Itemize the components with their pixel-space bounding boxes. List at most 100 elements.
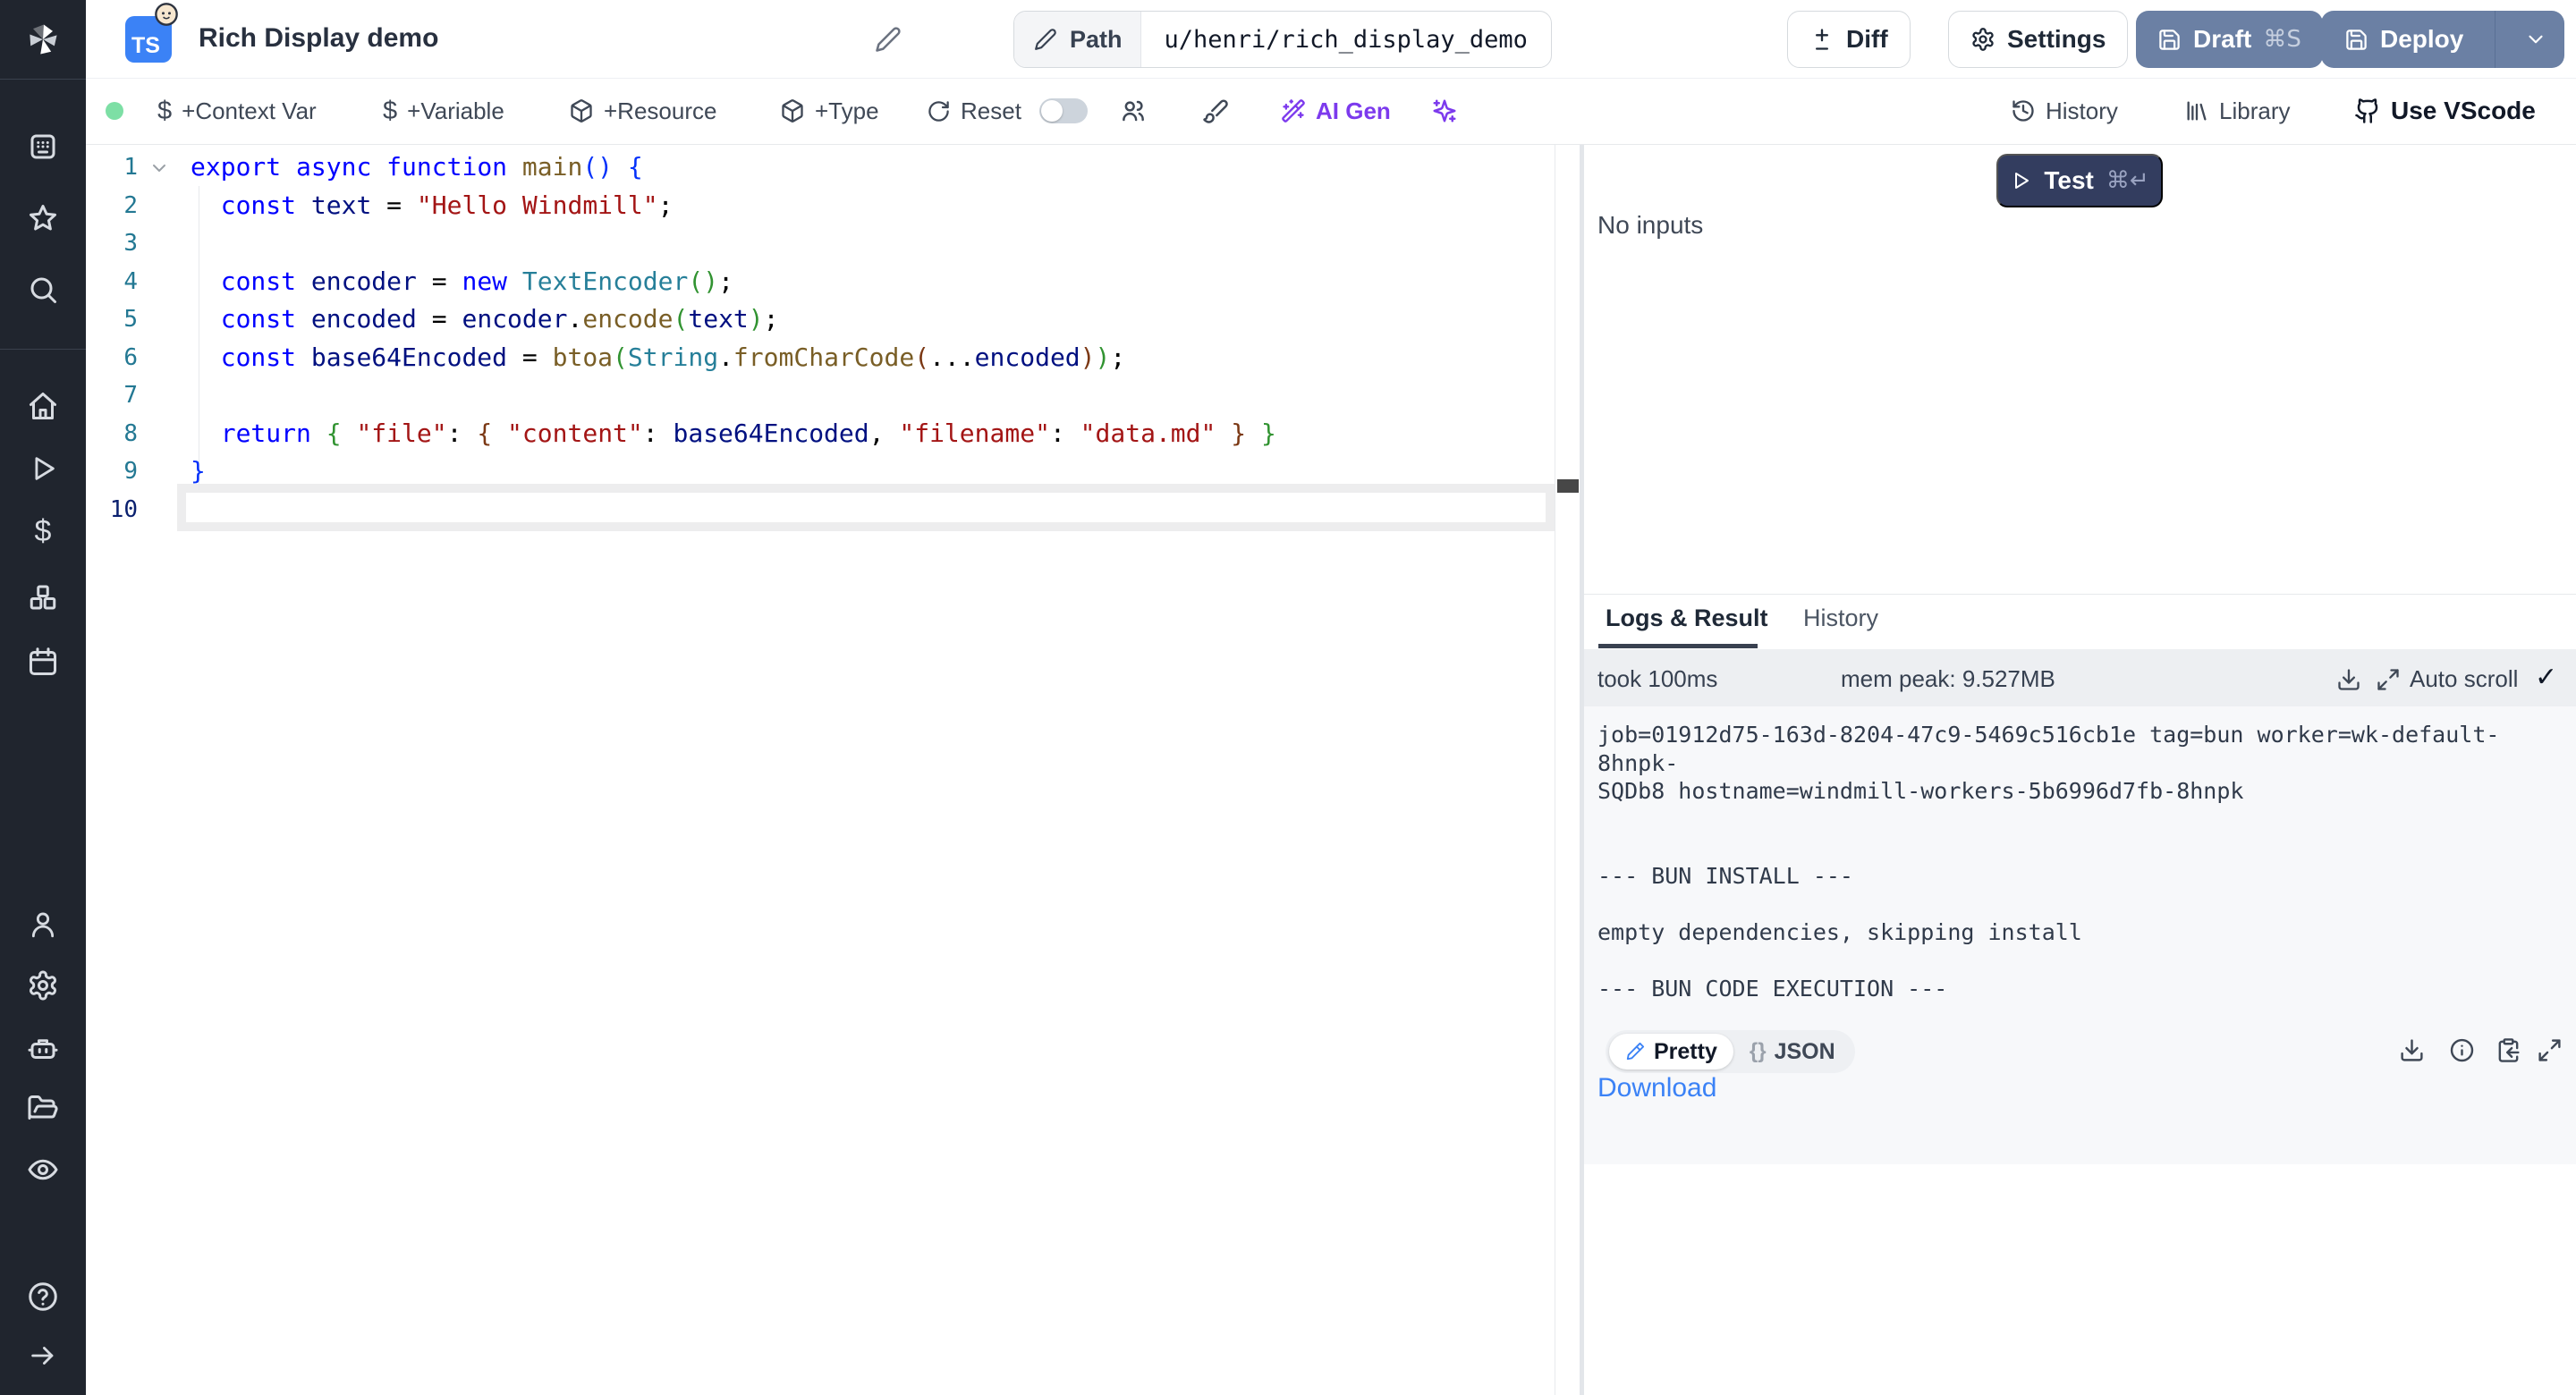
test-shortcut: ⌘↵ — [2106, 167, 2149, 194]
diff-button[interactable]: Diff — [1787, 11, 1911, 68]
line-number: 5 — [86, 300, 138, 339]
path-value[interactable]: u/henri/rich_display_demo — [1141, 12, 1551, 67]
sidebar-item-user[interactable] — [23, 905, 63, 944]
auto-scroll-label[interactable]: Auto scroll — [2410, 665, 2518, 693]
reset-icon — [927, 99, 951, 123]
vscode-github-icon — [2354, 97, 2381, 124]
line-number: 6 — [86, 339, 138, 377]
history-button[interactable]: History — [2011, 79, 2118, 143]
sidebar-item-apps[interactable] — [23, 127, 63, 166]
dollar-icon: $ — [383, 97, 397, 126]
emoji-badge-icon — [154, 2, 179, 27]
pen-icon — [1625, 1042, 1645, 1061]
windmill-logo-icon[interactable] — [23, 20, 63, 59]
sidebar-item-folders[interactable] — [23, 1089, 63, 1129]
sidebar-item-audit-logs[interactable] — [23, 1150, 63, 1189]
add-variable-button[interactable]: $ +Variable — [383, 79, 504, 143]
sidebar-expand-icon[interactable] — [23, 1336, 63, 1375]
library-button[interactable]: Library — [2184, 79, 2290, 143]
duration-text: took 100ms — [1597, 665, 1717, 693]
line-number: 4 — [86, 263, 138, 301]
code-line[interactable]: const base64Encoded = btoa(String.fromCh… — [191, 339, 1276, 377]
sidebar-item-variables[interactable]: $ — [23, 512, 63, 551]
draft-shortcut: ⌘S — [2263, 26, 2301, 53]
copy-result-icon[interactable] — [2496, 1037, 2521, 1063]
code-line[interactable]: export async function main() { — [191, 148, 1276, 187]
diff-mode-toggle[interactable] — [1039, 98, 1088, 123]
code-line[interactable]: const text = "Hello Windmill"; — [191, 187, 1276, 225]
info-icon[interactable] — [2449, 1037, 2475, 1063]
line-number: 8 — [86, 415, 138, 453]
code-line[interactable] — [191, 224, 1276, 263]
add-variable-label: +Variable — [407, 97, 504, 125]
ai-gen-label: AI Gen — [1316, 97, 1391, 125]
sidebar-item-help[interactable] — [23, 1277, 63, 1316]
path-label-section: Path — [1014, 12, 1141, 67]
ai-sparkles-button[interactable] — [1431, 79, 1458, 143]
diff-icon — [1809, 27, 1835, 52]
code-line[interactable]: return { "file": { "content": base64Enco… — [191, 415, 1276, 453]
settings-button[interactable]: Settings — [1948, 11, 2128, 68]
deploy-label: Deploy — [2380, 25, 2463, 54]
add-resource-button[interactable]: +Resource — [569, 79, 716, 143]
tab-logs-result[interactable]: Logs & Result — [1606, 604, 1768, 632]
edit-title-icon[interactable] — [872, 23, 904, 55]
add-type-button[interactable]: +Type — [780, 79, 879, 143]
result-view-switcher: Pretty {} JSON — [1606, 1030, 1855, 1073]
download-result-icon[interactable] — [2399, 1037, 2425, 1063]
code-line[interactable]: } — [191, 452, 1276, 491]
sidebar-item-workers[interactable] — [23, 1028, 63, 1068]
pretty-view-button[interactable]: Pretty — [1609, 1034, 1733, 1070]
code-line[interactable] — [191, 491, 1276, 529]
fold-chevron-icon[interactable] — [148, 157, 170, 179]
auto-scroll-checkbox[interactable]: ✓ — [2535, 662, 2557, 693]
code-line[interactable] — [191, 376, 1276, 415]
library-label: Library — [2219, 97, 2290, 125]
sidebar-item-runs[interactable] — [23, 449, 63, 488]
use-vscode-button[interactable]: Use VScode — [2354, 79, 2536, 143]
sidebar-item-home[interactable] — [23, 386, 63, 426]
editor-toolbar: $ +Context Var $ +Variable +Resource +Ty… — [86, 79, 2576, 145]
download-logs-icon[interactable] — [2336, 667, 2361, 692]
expand-result-icon[interactable] — [2537, 1037, 2563, 1063]
code-editor[interactable]: 12345678910 export async function main()… — [86, 145, 1580, 1395]
sidebar-item-favorites[interactable] — [23, 199, 63, 238]
code-content[interactable]: export async function main() { const tex… — [191, 148, 1276, 528]
package-icon — [569, 98, 594, 123]
expand-logs-icon[interactable] — [2376, 667, 2401, 692]
json-view-button[interactable]: {} JSON — [1733, 1039, 1852, 1065]
sidebar-divider — [0, 349, 86, 350]
add-context-var-button[interactable]: $ +Context Var — [157, 79, 317, 143]
package-icon — [780, 98, 805, 123]
play-icon — [2010, 170, 2031, 191]
users-icon — [1120, 97, 1147, 124]
deploy-dropdown[interactable] — [2507, 11, 2564, 68]
path-field[interactable]: Path u/henri/rich_display_demo — [1013, 11, 1552, 68]
deploy-button[interactable]: Deploy — [2321, 11, 2564, 68]
collaborators-button[interactable] — [1120, 79, 1147, 143]
tab-history[interactable]: History — [1803, 604, 1878, 632]
reset-button[interactable]: Reset — [927, 79, 1021, 143]
dollar-icon: $ — [157, 97, 172, 126]
chevron-down-icon — [2524, 28, 2547, 51]
sidebar-item-search[interactable] — [23, 270, 63, 309]
add-context-var-label: +Context Var — [182, 97, 317, 125]
code-line[interactable]: const encoder = new TextEncoder(); — [191, 263, 1276, 301]
deploy-separator — [2495, 11, 2496, 68]
sidebar-item-settings[interactable] — [23, 966, 63, 1005]
save-icon — [2344, 28, 2368, 52]
test-button[interactable]: Test ⌘↵ — [1996, 154, 2163, 207]
save-icon — [2157, 28, 2182, 52]
download-result-link[interactable]: Download — [1597, 1073, 1716, 1103]
log-output[interactable]: job=01912d75-163d-8204-47c9-5469c516cb1e… — [1584, 706, 2576, 1164]
ai-gen-button[interactable]: AI Gen — [1281, 79, 1391, 143]
sidebar-item-resources[interactable] — [23, 578, 63, 617]
format-button[interactable] — [1202, 79, 1229, 143]
draft-button[interactable]: Draft ⌘S — [2136, 11, 2323, 68]
deploy-main[interactable]: Deploy — [2321, 11, 2483, 68]
diff-label: Diff — [1846, 25, 1888, 54]
code-line[interactable]: const encoded = encoder.encode(text); — [191, 300, 1276, 339]
active-tab-underline — [1598, 644, 1758, 648]
sidebar-item-schedules[interactable] — [23, 642, 63, 681]
history-icon — [2011, 98, 2036, 123]
